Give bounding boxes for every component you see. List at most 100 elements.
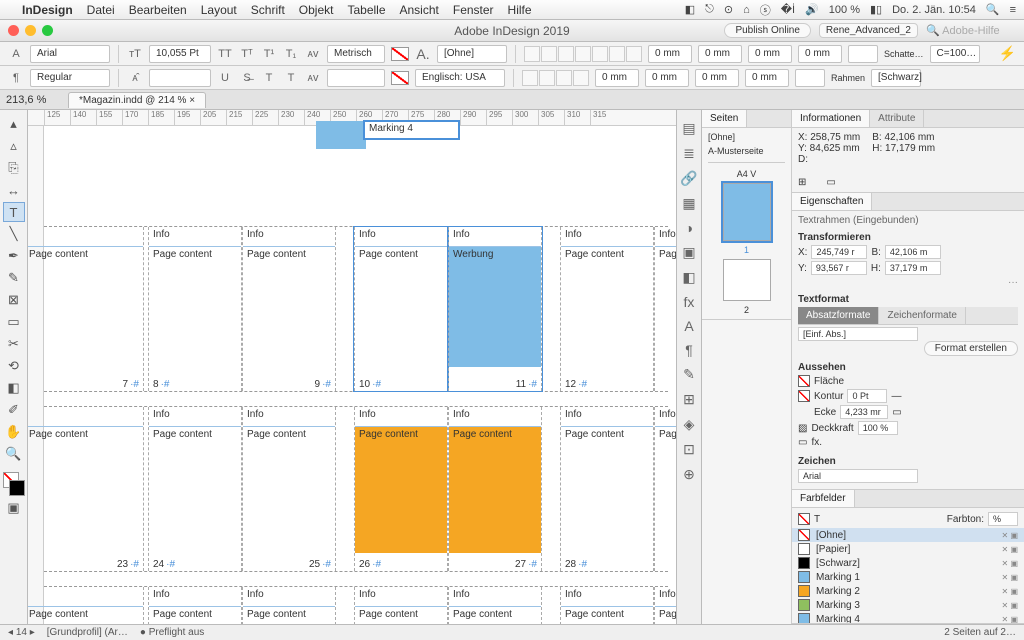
dock-layers-icon[interactable]: ≣ bbox=[683, 145, 695, 162]
indent-first[interactable]: 0 mm bbox=[698, 45, 742, 63]
indent-left[interactable]: 0 mm bbox=[648, 45, 692, 63]
panel-tab-eigenschaften[interactable]: Eigenschaften bbox=[792, 193, 872, 210]
language-field[interactable]: Englisch: USA bbox=[415, 69, 505, 87]
panel-tab-seiten[interactable]: Seiten bbox=[702, 110, 747, 127]
menu-fenster[interactable]: Fenster bbox=[453, 3, 494, 17]
help-search[interactable]: 🔍 Adobe-Hilfe bbox=[926, 24, 1016, 37]
opt-label[interactable]: Schatte… bbox=[884, 49, 924, 59]
menu-ansicht[interactable]: Ansicht bbox=[400, 3, 439, 17]
page-26[interactable]: Info Page content 26·# bbox=[354, 407, 448, 571]
page-11[interactable]: Info Werbung 11·# bbox=[448, 227, 542, 391]
page-13[interactable]: InfoPage content 13·# bbox=[654, 227, 676, 391]
swatch-[Schwarz][interactable]: [Schwarz]✕ ▣ bbox=[792, 556, 1024, 570]
menu-objekt[interactable]: Objekt bbox=[299, 3, 334, 17]
flash-icon[interactable]: ⚡ bbox=[999, 45, 1016, 62]
tray-icon[interactable]: ⎋ bbox=[705, 3, 714, 16]
menu-tabelle[interactable]: Tabelle bbox=[347, 3, 385, 17]
strike-button[interactable]: S̶ bbox=[239, 70, 255, 86]
dock-links-icon[interactable]: 🔗 bbox=[680, 170, 697, 187]
dock-text-wrap-icon[interactable]: ⊡ bbox=[683, 441, 695, 458]
char-style-field[interactable]: [Ohne] bbox=[437, 45, 507, 63]
view-mode[interactable]: ▣ bbox=[3, 498, 25, 518]
panel-tab-attr[interactable]: Attribute bbox=[870, 110, 924, 127]
wifi-icon[interactable]: �İ bbox=[781, 3, 795, 16]
subscript-button[interactable]: T₁ bbox=[283, 46, 299, 62]
status-profile[interactable]: [Grundprofil] (Ar… bbox=[47, 627, 128, 638]
menu-layout[interactable]: Layout bbox=[201, 3, 237, 17]
tracking-field[interactable] bbox=[327, 69, 385, 87]
dock-pages-icon[interactable]: ▤ bbox=[682, 120, 695, 137]
dock-story-icon[interactable]: ✎ bbox=[683, 366, 695, 383]
fill-color-field[interactable]: C=100… bbox=[930, 45, 980, 63]
page-tool[interactable]: ⎘ bbox=[3, 158, 25, 178]
stroke-color-field[interactable]: [Schwarz] bbox=[871, 69, 921, 87]
fill-swatch[interactable] bbox=[391, 47, 409, 61]
eyedropper-tool[interactable]: ✐ bbox=[3, 400, 25, 420]
publish-online-button[interactable]: Publish Online bbox=[724, 23, 810, 38]
dock-stroke-icon[interactable]: ▦ bbox=[682, 195, 695, 212]
tray-icon[interactable]: ⊙ bbox=[724, 3, 733, 16]
werbung-frame[interactable]: Werbung bbox=[449, 247, 541, 367]
swatch-Marking 3[interactable]: Marking 3✕ ▣ bbox=[792, 598, 1024, 612]
dock-object-icon[interactable]: A bbox=[684, 318, 693, 334]
page-thumb-1[interactable] bbox=[723, 183, 771, 241]
gap-tool[interactable]: ↔ bbox=[3, 180, 25, 200]
rectangle-tool[interactable]: ▭ bbox=[3, 312, 25, 332]
app-name-menu[interactable]: InDesign bbox=[22, 3, 73, 17]
page-thumb-2[interactable] bbox=[723, 259, 771, 301]
dock-transform-icon[interactable]: ⊕ bbox=[683, 466, 695, 483]
document-tab[interactable]: *Magazin.indd @ 214 % × bbox=[68, 92, 206, 108]
gradient-tool[interactable]: ◧ bbox=[3, 378, 25, 398]
dock-align-icon[interactable]: ⊞ bbox=[683, 391, 695, 408]
selection-tool[interactable]: ▴ bbox=[3, 114, 25, 134]
master-a[interactable]: A-Musterseite bbox=[708, 146, 785, 156]
menu-datei[interactable]: Datei bbox=[87, 3, 115, 17]
page-12[interactable]: InfoPage content 12·# bbox=[560, 227, 654, 391]
dock-effects-icon[interactable]: fx bbox=[684, 294, 695, 310]
dock-glyphs-icon[interactable]: ¶ bbox=[685, 342, 693, 358]
zoom-window-button[interactable] bbox=[42, 25, 53, 36]
tray-icon[interactable]: ⌂ bbox=[743, 4, 750, 16]
panel-tab-info[interactable]: Informationen bbox=[792, 110, 870, 127]
page-nav[interactable]: ◂ 14 ▸ bbox=[8, 627, 35, 638]
menu-bearbeiten[interactable]: Bearbeiten bbox=[129, 3, 187, 17]
tray-icon[interactable]: ⓢ bbox=[760, 2, 771, 18]
allcaps-button[interactable]: TT bbox=[217, 46, 233, 62]
swatch-Marking 1[interactable]: Marking 1✕ ▣ bbox=[792, 570, 1024, 584]
swatch-[Ohne][interactable]: [Ohne]✕ ▣ bbox=[792, 528, 1024, 542]
dock-color-icon[interactable]: ◑ bbox=[685, 220, 693, 236]
para-mode-icon[interactable]: ¶ bbox=[8, 70, 24, 86]
marking4-label-frame[interactable]: Marking 4 bbox=[364, 121, 459, 139]
page-10[interactable]: InfoPage content 10·# bbox=[354, 227, 448, 391]
zoom-field[interactable]: 213,6 % bbox=[6, 94, 62, 106]
font-size-field[interactable]: 10,055 Pt bbox=[149, 45, 211, 63]
stroke-color[interactable] bbox=[9, 480, 25, 496]
page-9[interactable]: InfoPage content 9·# bbox=[242, 227, 336, 391]
space-after[interactable]: 0 mm bbox=[798, 45, 842, 63]
menu-hilfe[interactable]: Hilfe bbox=[508, 3, 532, 17]
space-before[interactable]: 0 mm bbox=[748, 45, 792, 63]
direct-selection-tool[interactable]: ▵ bbox=[3, 136, 25, 156]
menu-schrift[interactable]: Schrift bbox=[251, 3, 285, 17]
page-7[interactable]: Page content 7·# bbox=[28, 227, 144, 391]
close-tab-icon[interactable]: × bbox=[189, 95, 195, 106]
pencil-tool[interactable]: ✎ bbox=[3, 268, 25, 288]
pen-tool[interactable]: ✒ bbox=[3, 246, 25, 266]
char-mode-icon[interactable]: A bbox=[8, 46, 24, 62]
canvas-viewport[interactable]: 1251401551701851952052152252302402502602… bbox=[28, 110, 676, 624]
close-window-button[interactable] bbox=[8, 25, 19, 36]
zoom-tool[interactable]: 🔍 bbox=[3, 444, 25, 464]
workspace-menu[interactable]: Rene_Advanced_2 bbox=[819, 23, 918, 38]
page-23[interactable]: Page content 23·# bbox=[28, 407, 144, 571]
dock-gradient-icon[interactable]: ◧ bbox=[682, 269, 695, 286]
dock-pathfinder-icon[interactable]: ◈ bbox=[684, 416, 695, 433]
dock-swatches-icon[interactable]: ▣ bbox=[682, 244, 695, 261]
swatch-Marking 2[interactable]: Marking 2✕ ▣ bbox=[792, 584, 1024, 598]
underline-button[interactable]: U bbox=[217, 70, 233, 86]
volume-icon[interactable]: 🔊 bbox=[805, 3, 819, 16]
tray-icon[interactable]: ◧ bbox=[685, 3, 695, 16]
create-format-button[interactable]: Format erstellen bbox=[924, 341, 1018, 356]
scissors-tool[interactable]: ✂ bbox=[3, 334, 25, 354]
columns[interactable] bbox=[848, 45, 878, 63]
superscript-button[interactable]: T¹ bbox=[261, 46, 277, 62]
